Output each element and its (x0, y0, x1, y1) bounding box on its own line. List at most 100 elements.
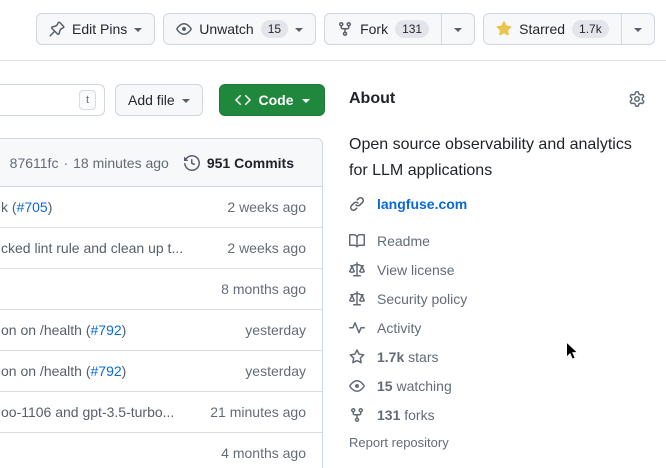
star-dropdown-button[interactable] (622, 13, 655, 45)
issue-link[interactable]: #792 (91, 322, 122, 338)
commit-meta-separator: · (63, 155, 68, 171)
forks-count: 131 (377, 407, 400, 423)
repo-action-bar: Edit Pins Unwatch 15 Fork 131 Starred 1.… (36, 13, 655, 45)
view-license-label: View license (377, 262, 455, 278)
about-header: About (349, 90, 645, 108)
star-split-button: Starred 1.7k (483, 13, 655, 45)
commit-message[interactable]: k (#705) (1, 199, 52, 215)
gear-icon (629, 91, 645, 107)
latest-commit-bar: 87611fc · 18 minutes ago 951 Commits (0, 139, 322, 187)
table-row[interactable]: k (#705) 2 weeks ago (0, 187, 322, 228)
activity-link[interactable]: Activity (349, 313, 645, 342)
readme-link[interactable]: Readme (349, 226, 645, 255)
commit-message-text: cked lint rule and clean up t... (1, 240, 183, 256)
book-icon (349, 233, 365, 249)
commit-date: yesterday (245, 363, 306, 379)
pulse-icon (349, 320, 365, 336)
code-button[interactable]: Code (219, 84, 325, 116)
link-icon (349, 196, 365, 212)
table-row[interactable]: 8 months ago (0, 269, 322, 310)
repo-description: Open source observability and analytics … (349, 132, 645, 184)
view-license-link[interactable]: View license (349, 255, 645, 284)
chevron-down-icon (454, 28, 462, 32)
chevron-down-icon (302, 99, 310, 103)
forks-link[interactable]: 131 forks (349, 400, 645, 429)
commit-hash[interactable]: 87611fc (10, 155, 59, 171)
commit-message-text: oo-1106 and gpt-3.5-turbo... (1, 404, 174, 420)
table-row[interactable]: oo-1106 and gpt-3.5-turbo... 21 minutes … (0, 392, 322, 433)
eye-icon (349, 378, 365, 394)
commit-date: 21 minutes ago (210, 404, 306, 420)
chevron-down-icon (295, 28, 303, 32)
table-row[interactable]: on on /health (#792) yesterday (0, 310, 322, 351)
security-policy-label: Security policy (377, 291, 467, 307)
commits-count-label: 951 Commits (207, 155, 294, 171)
add-file-label: Add file (128, 92, 175, 108)
fork-button[interactable]: Fork 131 (324, 13, 442, 45)
unwatch-button[interactable]: Unwatch 15 (163, 13, 316, 45)
commit-message[interactable]: on on /health (#792) (1, 363, 126, 379)
commit-message-text: ) (122, 322, 127, 338)
pin-icon (49, 21, 65, 37)
security-policy-link[interactable]: Security policy (349, 284, 645, 313)
starred-button[interactable]: Starred 1.7k (483, 13, 622, 45)
keyboard-shortcut-badge: t (79, 90, 96, 110)
readme-label: Readme (377, 233, 430, 249)
activity-label: Activity (377, 320, 421, 336)
stars-link[interactable]: 1.7k stars (349, 342, 645, 371)
law-icon (349, 291, 365, 307)
repo-forked-icon (337, 21, 353, 37)
latest-commit-meta[interactable]: 87611fc · 18 minutes ago (10, 155, 169, 171)
chevron-down-icon (634, 28, 642, 32)
edit-pins-button[interactable]: Edit Pins (36, 13, 155, 45)
history-icon (184, 155, 200, 171)
fork-label: Fork (360, 21, 388, 37)
commit-date: 4 months ago (221, 445, 306, 461)
commit-message-text: on on /health ( (1, 363, 91, 379)
about-sidebar: About Open source observability and anal… (349, 90, 645, 450)
commit-time: 18 minutes ago (73, 155, 169, 171)
table-row[interactable]: 4 months ago (0, 433, 322, 468)
star-icon (349, 349, 365, 365)
code-icon (235, 92, 251, 108)
watching-link[interactable]: 15 watching (349, 371, 645, 400)
fork-dropdown-button[interactable] (442, 13, 475, 45)
issue-link[interactable]: #705 (17, 199, 48, 215)
eye-icon (176, 21, 192, 37)
stars-count-badge: 1.7k (572, 20, 609, 38)
fork-split-button: Fork 131 (324, 13, 475, 45)
forks-count-badge: 131 (395, 20, 429, 38)
commit-message-text: k ( (1, 199, 17, 215)
edit-repo-details-button[interactable] (629, 91, 645, 107)
about-links-list: Readme View license Security policy Acti… (349, 226, 645, 429)
about-title: About (349, 90, 395, 108)
code-label: Code (259, 92, 294, 108)
table-row[interactable]: on on /health (#792) yesterday (0, 351, 322, 392)
forks-label: forks (404, 407, 434, 423)
table-row[interactable]: cked lint rule and clean up t... 2 weeks… (0, 228, 322, 269)
commit-message[interactable]: oo-1106 and gpt-3.5-turbo... (1, 404, 174, 420)
header-divider (0, 60, 666, 61)
chevron-down-icon (182, 99, 190, 103)
commit-history-link[interactable]: 951 Commits (184, 155, 294, 171)
watching-label: watching (396, 378, 451, 394)
stars-label: stars (408, 349, 438, 365)
commit-date: yesterday (245, 322, 306, 338)
add-file-button[interactable]: Add file (115, 84, 203, 116)
stars-count: 1.7k (377, 349, 404, 365)
repo-forked-icon (349, 407, 365, 423)
issue-link[interactable]: #792 (91, 363, 122, 379)
commit-message[interactable]: on on /health (#792) (1, 322, 126, 338)
report-repository-link[interactable]: Report repository (349, 435, 645, 450)
watchers-count-badge: 15 (261, 20, 288, 38)
go-to-file-input[interactable]: t (0, 84, 105, 116)
star-fill-icon (496, 21, 512, 37)
commit-date: 2 weeks ago (227, 240, 306, 256)
edit-pins-label: Edit Pins (72, 21, 127, 37)
commit-date: 2 weeks ago (227, 199, 306, 215)
repo-website-row: langfuse.com (349, 194, 645, 214)
commit-message-text: on on /health ( (1, 322, 91, 338)
commit-message[interactable]: cked lint rule and clean up t... (1, 240, 183, 256)
commit-date: 8 months ago (221, 281, 306, 297)
repo-website-link[interactable]: langfuse.com (377, 196, 467, 212)
